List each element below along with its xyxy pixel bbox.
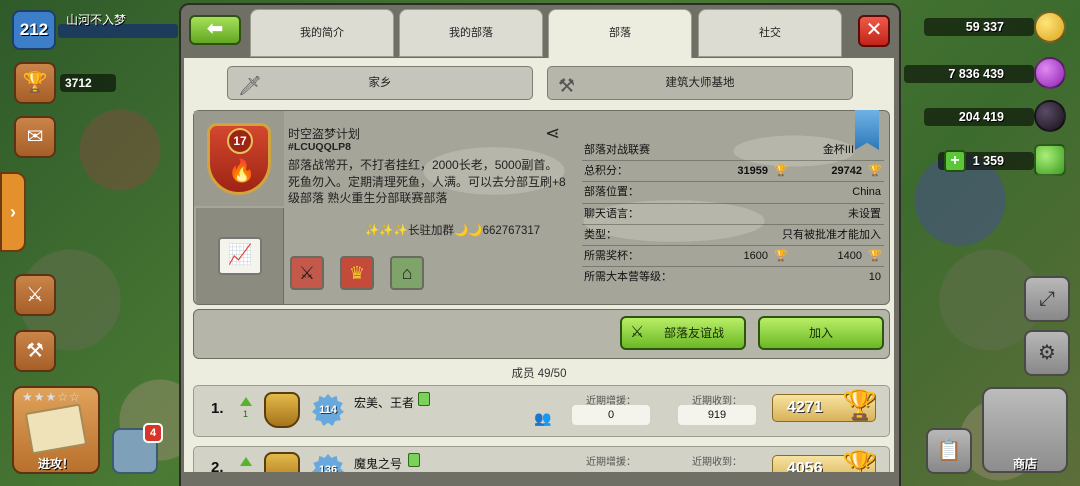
tab-clan[interactable]: 部落 [548, 9, 692, 61]
share-icon[interactable]: ⋖ [545, 123, 560, 144]
chat-tag-icon [418, 392, 430, 406]
stat-location: 部落位置： China [582, 182, 884, 204]
trophy-count: 3712 [60, 74, 116, 92]
dark-elixir-icon [1034, 100, 1066, 132]
side-drawer-arrow[interactable]: › [0, 172, 26, 252]
chat-tag-icon [408, 453, 420, 467]
stat-chat-language: 聊天语言： 未设置 [582, 204, 884, 225]
friendly-war-button[interactable]: ⚔ 部落友谊战 [620, 316, 746, 350]
stat-type: 类型： 只有被批准才能加入 [582, 225, 884, 246]
attack-stars-icon: ★★★☆☆ [22, 390, 81, 404]
tab-my-clan[interactable]: 我的部落 [399, 9, 543, 57]
builder-base-label-icon: ⌂ [390, 256, 424, 290]
subtab-builder-base-label: 建筑大师基地 [665, 77, 735, 89]
mail-icon[interactable]: ✉ [14, 116, 56, 158]
gem-icon [1034, 144, 1066, 176]
tab-social[interactable]: 社交 [698, 9, 842, 57]
received-label: 近期收到： [692, 457, 742, 468]
members-count: 成员 49/50 [511, 368, 567, 380]
trophy-icon: 🏆 [774, 249, 788, 262]
buy-gems-plus-icon[interactable]: + [944, 150, 966, 172]
clan-war-label-icon: ⚔ [290, 256, 324, 290]
shop-label: 商店 [1012, 457, 1037, 471]
player-level-badge[interactable]: 212 [12, 10, 56, 50]
subtab-home-village-label: 家乡 [368, 77, 392, 89]
friendly-war-label: 部落友谊战 [663, 326, 724, 340]
clan-games-label-icon: ♛ [340, 256, 374, 290]
subtab-home-village[interactable]: 🗡 家乡 [227, 66, 533, 100]
subtab-builder-base[interactable]: ⚒ 建筑大师基地 [547, 66, 853, 100]
rank-up-arrow-icon [240, 397, 252, 406]
attack-label: 进攻！ [37, 457, 74, 471]
back-button[interactable]: ⬅ [189, 15, 241, 45]
panel-bottom-edge [179, 472, 901, 486]
stat-required-trophies: 所需奖杯： 1600 🏆 1400 🏆 [582, 246, 884, 268]
crossed-swords-icon[interactable]: ⚔ [14, 274, 56, 316]
gold-amount: 59 337 [924, 18, 1034, 36]
member-name: 魔鬼之号 [354, 457, 403, 471]
join-button[interactable]: 加入 [758, 316, 884, 350]
crossed-swords-icon: ⚔ [630, 324, 645, 341]
builder-trophy-icon: 🏆 [868, 249, 882, 262]
clan-stats-table: 部落对战联赛 金杯III 总积分： 31959 🏆 29742 🏆 部落位置： … [582, 140, 884, 288]
donated-label: 近期增援： [586, 457, 636, 468]
tab-my-profile[interactable]: 我的简介 [250, 9, 394, 57]
received-value: 919 [678, 405, 756, 425]
layout-edit-icon[interactable]: ⤢ [1024, 276, 1070, 322]
crossed-hammers-icon: ⚒ [558, 76, 576, 97]
gold-icon [1034, 11, 1066, 43]
trophy-icon: 🏆 [842, 389, 877, 420]
stat-required-townhall: 所需大本营等级： 10 [584, 271, 881, 284]
stat-war-league: 部落对战联赛 金杯III [582, 140, 884, 162]
war-log-chart-icon[interactable]: 📈 [218, 237, 262, 275]
member-rank-change: 1 [243, 409, 249, 419]
elixir-icon [1034, 57, 1066, 89]
clan-level: 17 [227, 128, 253, 154]
notification-badge: 4 [143, 423, 163, 443]
clan-contact: ✨✨✨长驻加群🌙🌙662767317 [365, 225, 541, 237]
friends-icon: 👥 [534, 410, 552, 426]
clan-name: 时空盗梦计划 [288, 127, 361, 141]
rank-up-arrow-icon [240, 457, 252, 466]
stat-total-points: 总积分： 31959 🏆 29742 🏆 [582, 161, 884, 183]
donated-value: 0 [572, 405, 650, 425]
elixir-amount: 7 836 439 [904, 65, 1034, 83]
settings-gear-icon[interactable]: ⚙ [1024, 330, 1070, 376]
member-name: 宏美、王者 [354, 396, 415, 410]
builder-icon[interactable]: ⚒ [14, 330, 56, 372]
flame-icon: 🔥 [228, 158, 256, 183]
leader-role-icon [264, 392, 300, 428]
clipboard-icon[interactable]: 📋 [926, 428, 972, 474]
trophy-icon: 🏆 [774, 165, 788, 178]
builder-trophy-icon: 🏆 [868, 165, 882, 178]
player-name: 山河不入梦 [66, 13, 127, 27]
close-button[interactable]: ✕ [858, 15, 890, 47]
member-rank: 1. [211, 400, 224, 417]
clan-tag: #LCUQQLP8 [288, 141, 352, 153]
clan-description: 部落战常开，不打者挂红，2000长老，5000副首。死鱼勿入。定期清理死鱼，人满… [288, 158, 566, 205]
dark-elixir-amount: 204 419 [924, 108, 1034, 126]
trophy-icon[interactable]: 🏆 [14, 62, 56, 104]
sword-icon: 🗡 [238, 76, 263, 97]
